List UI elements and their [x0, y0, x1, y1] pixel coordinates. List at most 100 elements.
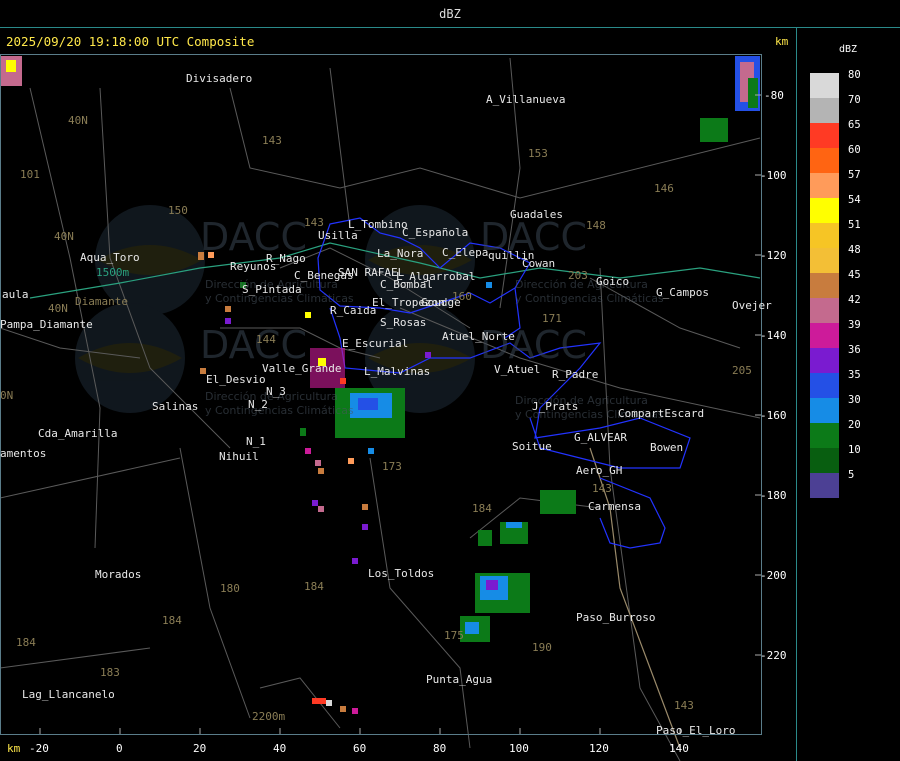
road-label: 143: [304, 216, 324, 229]
road-label: 205: [732, 364, 752, 377]
y-tick: -180: [760, 489, 787, 502]
place-label: Aqua_Toro: [80, 251, 140, 264]
legend-swatch: [810, 148, 839, 173]
x-tick: 0: [116, 742, 123, 755]
legend-value: 57: [848, 169, 861, 181]
place-label: Bowen: [650, 441, 684, 454]
legend-swatch: [810, 123, 839, 148]
place-label: El_Desvio: [206, 373, 266, 386]
legend-swatch: [810, 348, 839, 373]
road-label: 144: [256, 333, 276, 346]
legend-swatch: [810, 398, 839, 423]
legend-value: 70: [848, 94, 861, 106]
x-tick: 100: [509, 742, 529, 755]
legend-swatch: [810, 73, 839, 98]
place-label: Soitue: [512, 440, 552, 453]
road-label: 143: [674, 699, 694, 712]
place-label: G_ALVEAR: [574, 431, 627, 444]
x-tick: 120: [589, 742, 609, 755]
legend-swatch: [810, 448, 839, 473]
plot-header: 2025/09/20 19:18:00 UTC Composite: [6, 34, 255, 49]
place-label: Pampa_Diamante: [0, 318, 93, 331]
road-label: 0N: [0, 389, 14, 402]
road-label: 180: [220, 582, 240, 595]
place-label: Cda_Amarilla: [38, 427, 118, 440]
legend-swatch: [810, 473, 839, 498]
place-label: Divisadero: [186, 72, 253, 85]
dbz-legend: dBZ 80 70 65 60 57 54 51 48 45 42 39 36 35 30 20 10 5: [798, 28, 900, 761]
legend-value: 5: [848, 469, 855, 481]
legend-value: 35: [848, 369, 861, 381]
road-label: 40N: [54, 230, 74, 243]
road-label: 160: [452, 290, 472, 303]
legend-value: 10: [848, 444, 861, 456]
place-label: La_Nora: [377, 247, 424, 260]
x-unit-label: km: [7, 742, 21, 755]
y-tick: -80: [764, 89, 784, 102]
elevation-label: 1500m: [96, 266, 130, 279]
place-label: N_3: [266, 385, 286, 398]
legend-value: 80: [848, 69, 861, 81]
place-label: Valle_Grande: [262, 362, 342, 375]
legend-value: 39: [848, 319, 861, 331]
place-label: V_Atuel: [494, 363, 541, 376]
place-label: G_Campos: [656, 286, 709, 299]
place-label: R_Caida: [330, 304, 377, 317]
legend-swatch: [810, 198, 839, 223]
legend-swatch: [810, 248, 839, 273]
y-tick: -100: [760, 169, 787, 182]
place-label: Lag_Llancanelo: [22, 688, 115, 701]
legend-value: 65: [848, 119, 861, 131]
road-label: 173: [382, 460, 402, 473]
place-label: Nihuil: [219, 450, 259, 463]
legend-value: 60: [848, 144, 861, 156]
place-label: aula: [2, 288, 29, 301]
road-label: 184: [472, 502, 492, 515]
road-label: 150: [168, 204, 188, 217]
legend-value: 36: [848, 344, 861, 356]
place-label: Guadales: [510, 208, 563, 221]
legend-swatch: [810, 98, 839, 123]
road-label: 175: [444, 629, 464, 642]
place-label: A_Villanueva: [486, 93, 566, 106]
legend-title: dBZ: [839, 44, 858, 55]
place-label: CompartEscard: [618, 407, 705, 420]
x-tick: 140: [669, 742, 689, 755]
y-tick: -140: [760, 329, 787, 342]
road-label: 40N: [68, 114, 88, 127]
road-label: 101: [20, 168, 40, 181]
legend-value: 51: [848, 219, 861, 231]
legend-value: 54: [848, 194, 861, 206]
y-tick: -160: [760, 409, 787, 422]
road-label: 171: [542, 312, 562, 325]
place-label: S_Rosas: [380, 316, 427, 329]
plot-frame: [0, 54, 762, 735]
road-label: 190: [532, 641, 552, 654]
place-label: Carmensa: [588, 500, 641, 513]
place-label: R_Padre: [552, 368, 599, 381]
place-label: Atuel_Norte: [442, 330, 515, 343]
road-label: 203: [568, 269, 588, 282]
legend-value: 20: [848, 419, 861, 431]
road-label: 148: [586, 219, 606, 232]
y-tick: -200: [760, 569, 787, 582]
legend-swatch: [810, 373, 839, 398]
title-bar: dBZ: [0, 0, 900, 28]
road-label: 153: [528, 147, 548, 160]
place-label: Diamante: [75, 295, 128, 308]
legend-value: 42: [848, 294, 861, 306]
place-label: Salinas: [152, 400, 199, 413]
place-label: Morados: [95, 568, 142, 581]
road-label: 184: [162, 614, 182, 627]
y-unit-label: km: [775, 35, 789, 48]
place-label: Reyunos: [230, 260, 277, 273]
place-label: Usilla: [318, 229, 358, 242]
legend-swatch: [810, 273, 839, 298]
place-label: N_2: [248, 398, 268, 411]
elevation-label: 2200m: [252, 710, 286, 723]
road-label: 184: [304, 580, 324, 593]
road-label: 146: [654, 182, 674, 195]
place-label: Punta_Agua: [426, 673, 493, 686]
place-label: E_Escurial: [342, 337, 409, 350]
road-label: 184: [16, 636, 36, 649]
